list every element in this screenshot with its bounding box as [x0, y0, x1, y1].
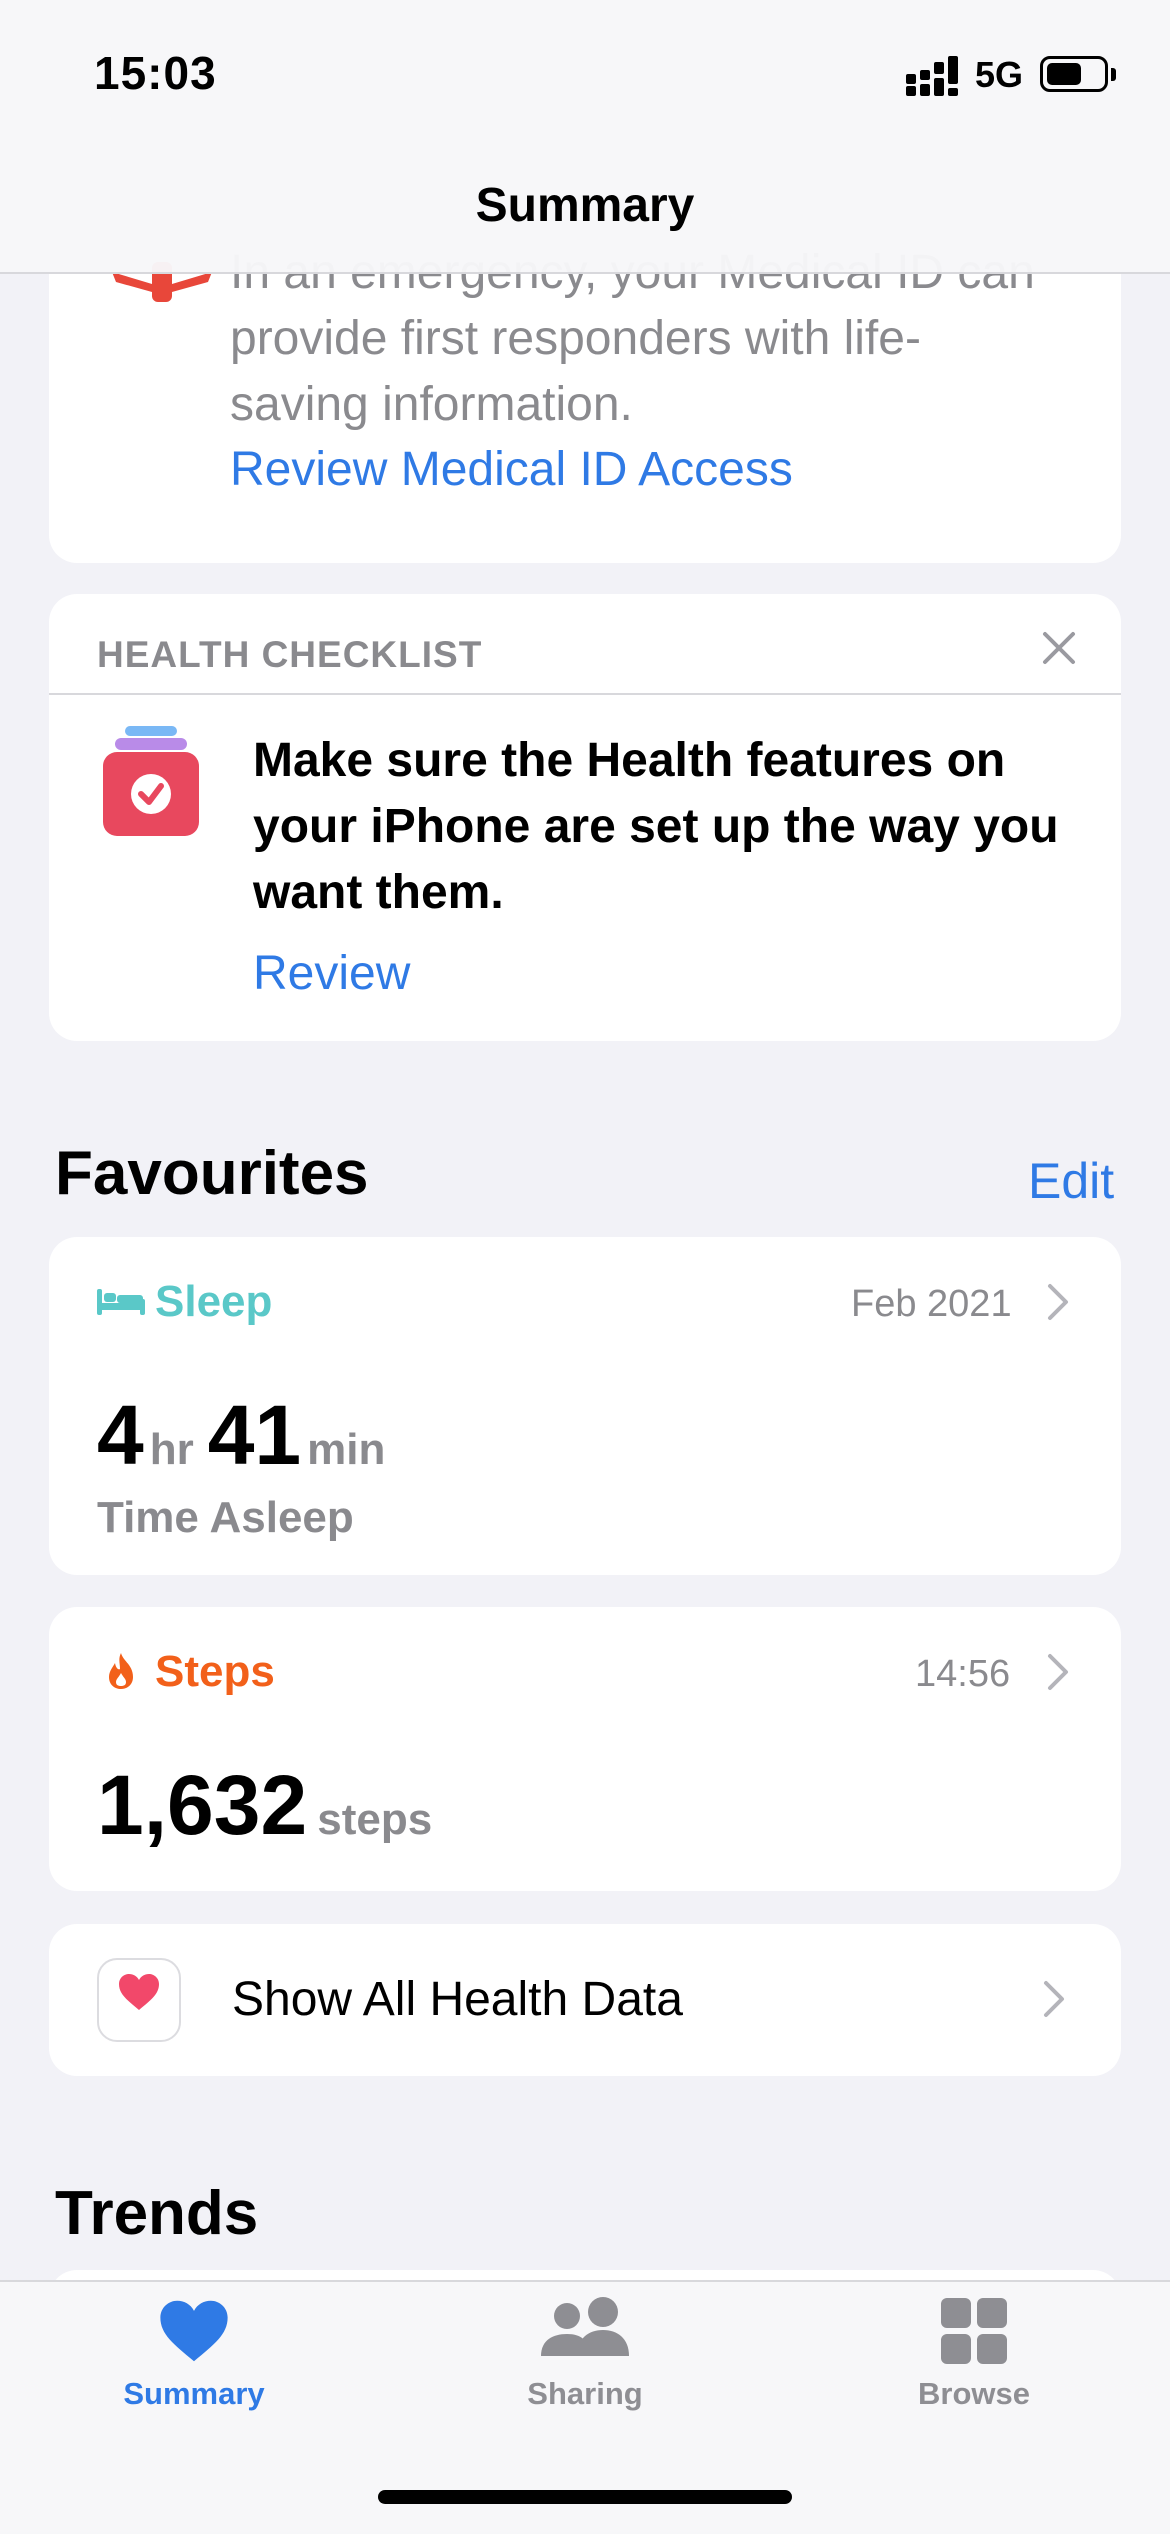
status-time: 15:03	[94, 47, 217, 99]
sleep-date: Feb 2021	[851, 1283, 1012, 1325]
edit-button[interactable]: Edit	[1028, 1152, 1114, 1210]
steps-count: 1,632	[97, 1758, 308, 1852]
favourites-title: Favourites	[55, 1139, 369, 1208]
sleep-value: 4 hr 41 min	[97, 1387, 385, 1484]
min-unit: min	[307, 1425, 386, 1474]
review-medical-id-link[interactable]: Review Medical ID Access	[230, 442, 793, 497]
chevron-right-icon	[1048, 1284, 1068, 1320]
bed-icon	[97, 1289, 145, 1315]
checklist-message: Make sure the Health features on your iP…	[253, 734, 1059, 919]
close-icon[interactable]	[1033, 622, 1085, 674]
heart-icon	[160, 2300, 228, 2362]
steps-label: Steps	[155, 1647, 275, 1696]
checklist-icon	[103, 726, 199, 836]
tab-label: Browse	[918, 2376, 1030, 2411]
chevron-right-icon	[1048, 1654, 1068, 1690]
sleep-card[interactable]: Sleep Feb 2021 4 hr 41 min Time Asleep	[49, 1237, 1121, 1575]
battery-tip	[1111, 68, 1116, 81]
tab-browse[interactable]: Browse	[849, 2296, 1099, 2412]
network-type: 5G	[975, 54, 1024, 95]
signal-icon	[906, 56, 958, 96]
steps-card[interactable]: Steps 14:56 1,632 steps	[49, 1607, 1121, 1891]
tab-summary[interactable]: Summary	[69, 2296, 319, 2412]
grid-icon	[941, 2298, 1007, 2364]
navigation-bar: 15:03 5G Summary	[0, 0, 1170, 274]
health-app-icon	[97, 1958, 181, 2042]
divider	[49, 693, 1121, 695]
health-checklist-card: HEALTH CHECKLIST Make sure the Health fe…	[49, 594, 1121, 1041]
sleep-hours: 4	[97, 1388, 144, 1482]
chevron-right-icon	[1044, 1981, 1064, 2017]
tab-sharing[interactable]: Sharing	[460, 2296, 710, 2412]
page-title: Summary	[475, 179, 695, 232]
steps-unit: steps	[317, 1795, 433, 1844]
checklist-header: HEALTH CHECKLIST	[97, 634, 483, 675]
show-all-label: Show All Health Data	[232, 1973, 683, 2026]
battery-icon	[1040, 56, 1108, 92]
people-icon	[541, 2297, 629, 2356]
steps-time: 14:56	[915, 1653, 1011, 1695]
steps-value: 1,632 steps	[97, 1757, 432, 1854]
trends-title: Trends	[55, 2179, 259, 2248]
flame-icon	[109, 1653, 133, 1689]
review-button[interactable]: Review	[253, 946, 410, 1001]
sleep-minutes: 41	[207, 1388, 302, 1482]
hr-unit: hr	[149, 1425, 194, 1474]
show-all-health-data-row[interactable]: Show All Health Data	[49, 1924, 1121, 2076]
home-indicator	[378, 2490, 792, 2504]
tab-label: Summary	[123, 2376, 265, 2411]
tab-label: Sharing	[527, 2376, 643, 2411]
sleep-label: Sleep	[155, 1277, 273, 1326]
sleep-caption: Time Asleep	[97, 1493, 354, 1542]
